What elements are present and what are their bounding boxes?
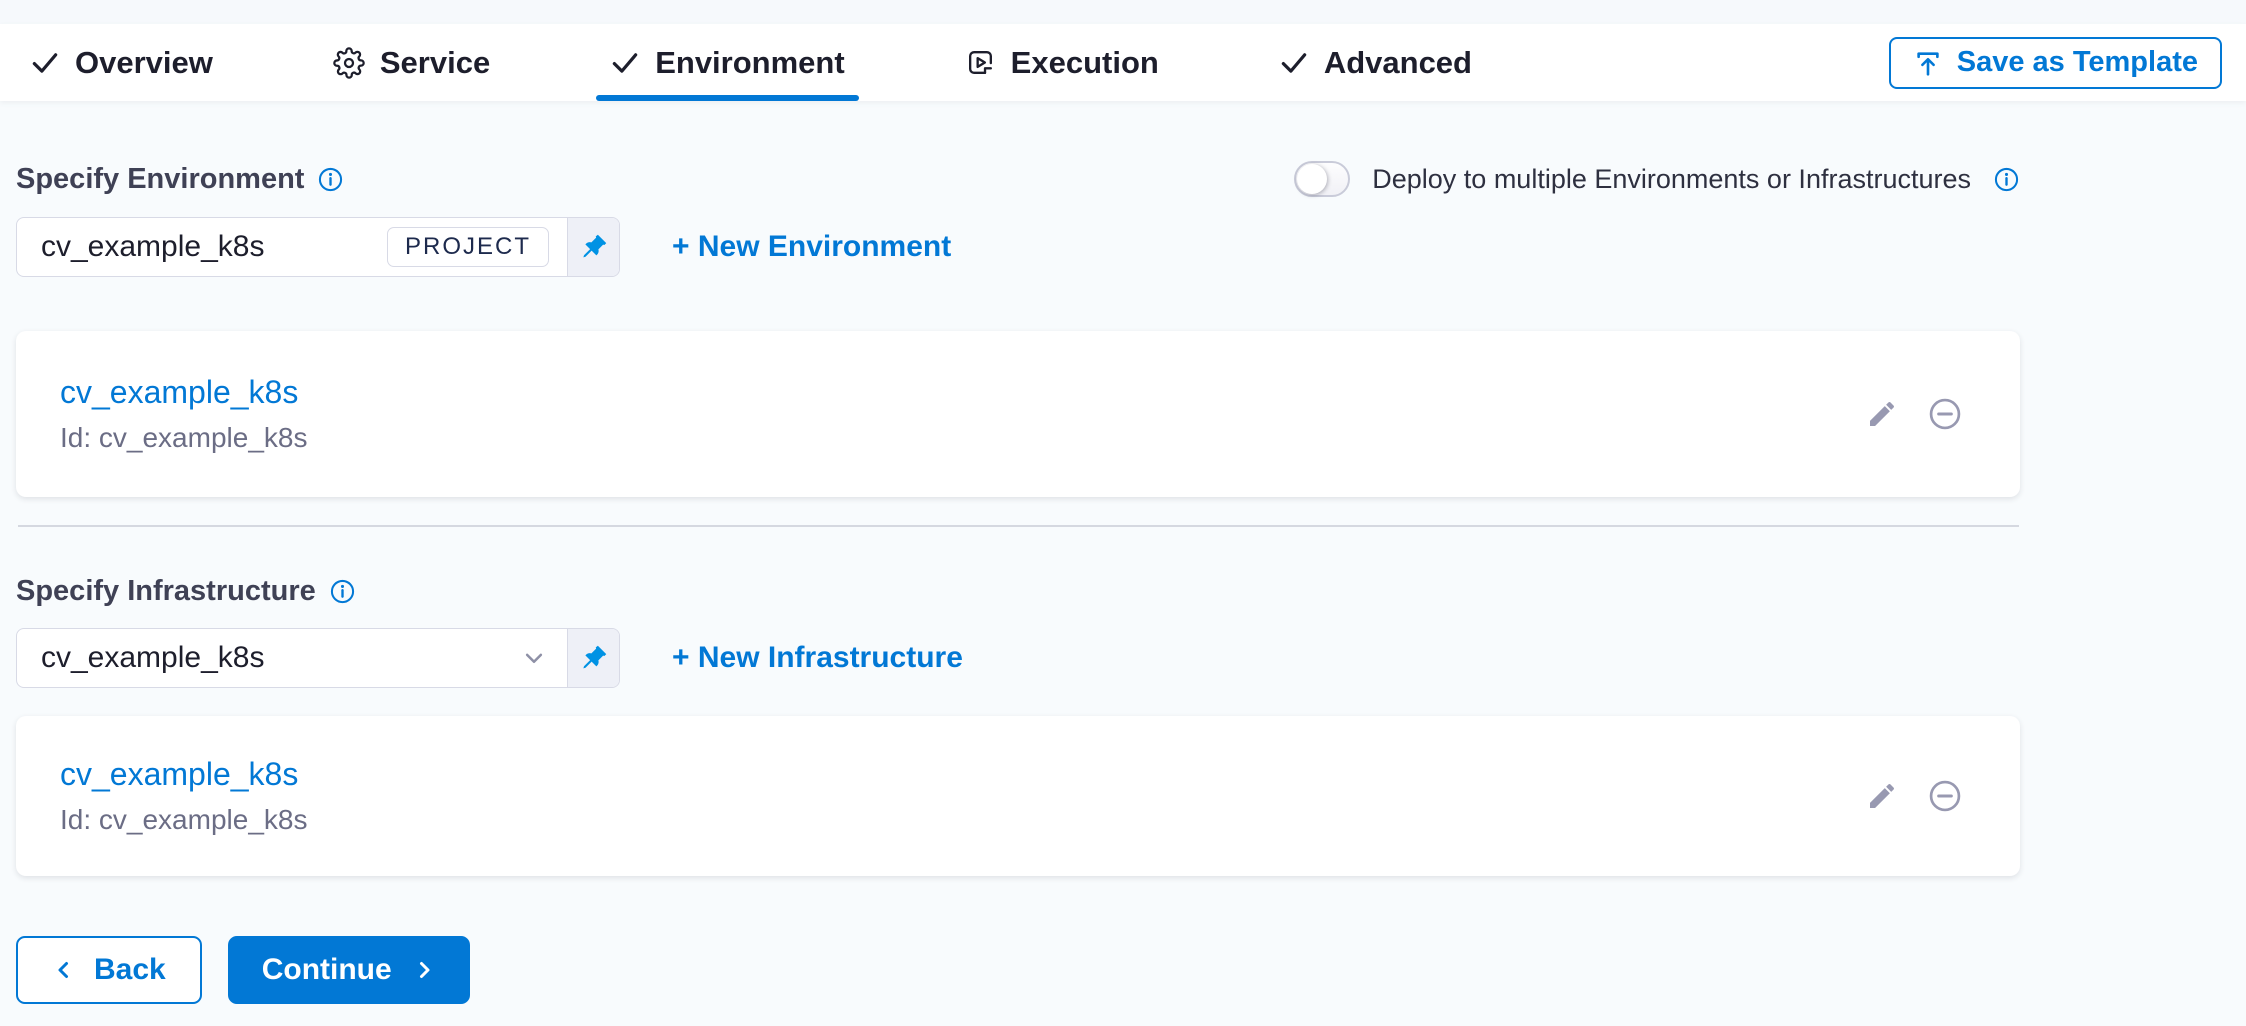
execution-icon (965, 47, 996, 78)
tab-label: Execution (1011, 45, 1159, 81)
tab-overview[interactable]: Overview (16, 24, 227, 101)
infrastructure-card-id: Id: cv_example_k8s (60, 804, 307, 836)
remove-icon (1926, 777, 1964, 815)
info-icon[interactable] (1993, 166, 2020, 193)
remove-icon (1926, 395, 1964, 433)
environment-field[interactable]: cv_example_k8s PROJECT (16, 217, 620, 277)
tab-label: Environment (655, 45, 844, 81)
save-as-template-button[interactable]: Save as Template (1889, 37, 2222, 89)
chevron-down-icon (519, 643, 549, 673)
check-icon (1279, 48, 1309, 78)
environment-head-row: Specify Environment Deploy to multiple E… (16, 161, 2020, 197)
multi-deploy-toggle-label: Deploy to multiple Environments or Infra… (1372, 164, 1971, 195)
tab-label: Advanced (1324, 45, 1472, 81)
environment-input-row: cv_example_k8s PROJECT + New Environment (16, 217, 2020, 277)
infrastructure-card-name-link[interactable]: cv_example_k8s (60, 756, 307, 793)
back-button[interactable]: Back (16, 936, 202, 1004)
infrastructure-select[interactable]: cv_example_k8s (16, 628, 620, 688)
gear-icon (333, 47, 365, 79)
remove-environment-button[interactable] (1926, 395, 1964, 433)
stage-tabs: Overview Service Environment Execution A… (16, 24, 1578, 101)
check-icon (610, 48, 640, 78)
tab-environment[interactable]: Environment (596, 24, 858, 101)
info-icon[interactable] (329, 578, 356, 605)
save-as-template-label: Save as Template (1957, 46, 2198, 79)
stage-tabbar: Overview Service Environment Execution A… (0, 24, 2246, 101)
environment-tab-panel: Specify Environment Deploy to multiple E… (0, 101, 2246, 1004)
upload-icon (1913, 48, 1943, 78)
infrastructure-head-row: Specify Infrastructure (16, 575, 2020, 608)
edit-icon (1866, 780, 1898, 812)
infrastructure-input-row: cv_example_k8s + New Infrastructure (16, 628, 2020, 688)
environment-field-value[interactable]: cv_example_k8s PROJECT (17, 218, 567, 276)
continue-label: Continue (262, 953, 392, 987)
section-divider (18, 525, 2019, 527)
chevron-left-icon (52, 958, 76, 982)
edit-environment-button[interactable] (1866, 398, 1898, 430)
multi-deploy-toggle-group: Deploy to multiple Environments or Infra… (1294, 161, 2020, 197)
pipeline-canvas-strip (0, 0, 2246, 24)
new-environment-link[interactable]: + New Environment (672, 230, 951, 264)
back-label: Back (94, 953, 166, 987)
chevron-right-icon (412, 958, 436, 982)
new-infrastructure-link[interactable]: + New Infrastructure (672, 641, 963, 675)
info-icon[interactable] (317, 166, 344, 193)
wizard-footer: Back Continue (16, 936, 2020, 1004)
infrastructure-select-value[interactable]: cv_example_k8s (17, 629, 567, 687)
remove-infrastructure-button[interactable] (1926, 777, 1964, 815)
tab-advanced[interactable]: Advanced (1265, 24, 1486, 101)
infrastructure-pin-button[interactable] (567, 629, 619, 687)
toggle-knob (1297, 164, 1327, 194)
environment-value-text: cv_example_k8s (41, 230, 264, 264)
environment-pin-button[interactable] (567, 218, 619, 276)
pin-icon (579, 643, 609, 673)
specify-environment-label: Specify Environment (16, 163, 304, 196)
multi-deploy-toggle[interactable] (1294, 161, 1350, 197)
specify-infrastructure-label: Specify Infrastructure (16, 575, 316, 608)
edit-icon (1866, 398, 1898, 430)
pin-icon (579, 232, 609, 262)
infrastructure-card: cv_example_k8s Id: cv_example_k8s (16, 716, 2020, 876)
environment-card-id: Id: cv_example_k8s (60, 422, 307, 454)
tab-label: Overview (75, 45, 213, 81)
environment-card: cv_example_k8s Id: cv_example_k8s (16, 331, 2020, 497)
check-icon (30, 48, 60, 78)
scope-badge: PROJECT (387, 227, 549, 267)
tab-service[interactable]: Service (319, 24, 504, 101)
continue-button[interactable]: Continue (228, 936, 470, 1004)
environment-card-name-link[interactable]: cv_example_k8s (60, 374, 307, 411)
infrastructure-value-text: cv_example_k8s (41, 641, 264, 675)
tab-label: Service (380, 45, 490, 81)
edit-infrastructure-button[interactable] (1866, 780, 1898, 812)
tab-execution[interactable]: Execution (951, 24, 1173, 101)
